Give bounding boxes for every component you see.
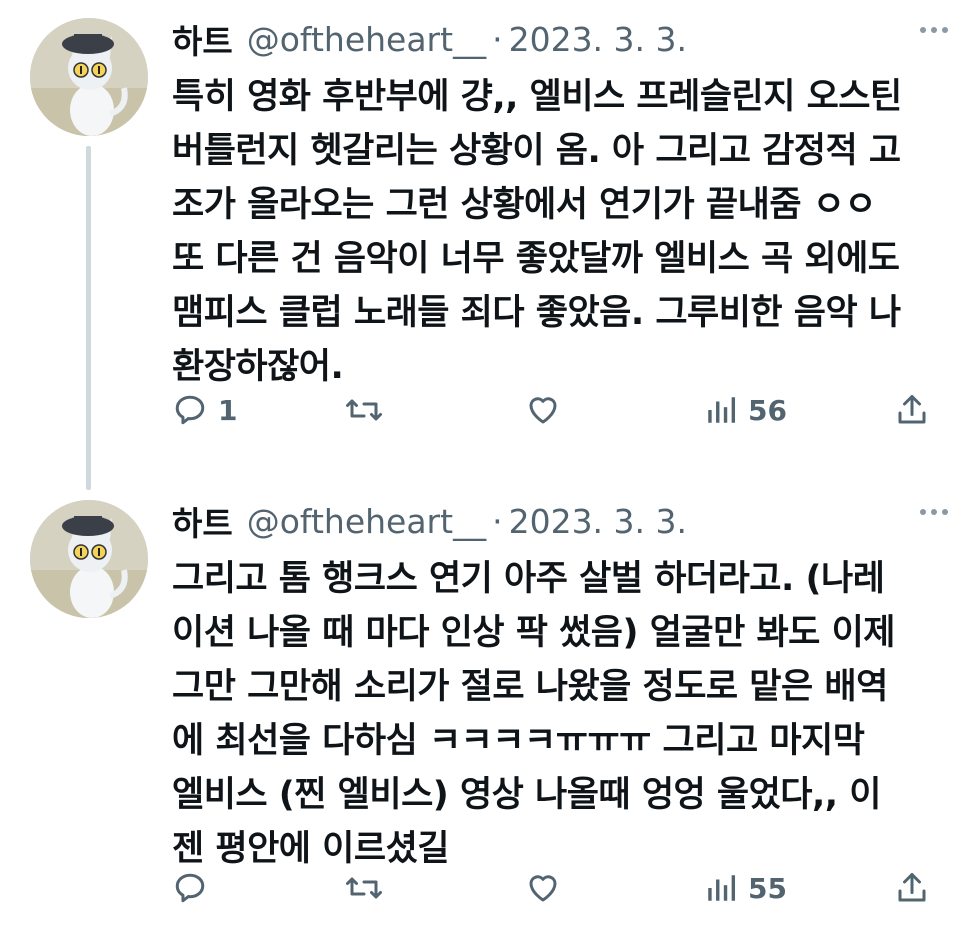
tweet-actions: 55 bbox=[172, 866, 942, 910]
avatar[interactable] bbox=[30, 18, 148, 136]
tweet-text: 특히 영화 후반부에 걍,, 엘비스 프레슬린지 오스틴 버틀런지 헷갈리는 상… bbox=[172, 77, 902, 387]
author-handle[interactable]: @oftheheart__ bbox=[247, 502, 486, 541]
reply-icon bbox=[175, 873, 205, 903]
analytics-icon bbox=[708, 397, 736, 423]
tweet-actions: 1 56 bbox=[172, 388, 942, 432]
like-button[interactable] bbox=[524, 870, 572, 906]
tweet-text: 그리고 톰 행크스 연기 아주 살벌 하더라고. (나레 이션 나올 때 마다 … bbox=[172, 559, 895, 869]
cat-avatar-icon bbox=[30, 500, 148, 618]
share-icon bbox=[898, 395, 926, 424]
author-name[interactable]: 하트 bbox=[172, 497, 233, 545]
avatar-column bbox=[30, 18, 148, 136]
reply-icon bbox=[175, 395, 205, 425]
retweet-button[interactable] bbox=[344, 392, 394, 428]
avatar[interactable] bbox=[30, 500, 148, 618]
reply-button[interactable]: 1 bbox=[172, 392, 237, 428]
thread-connector-line bbox=[86, 480, 91, 490]
separator-dot: · bbox=[492, 19, 503, 59]
retweet-icon bbox=[346, 877, 382, 899]
tweet-content: 하트 @oftheheart__ · 2023. 3. 3. 특히 영화 후반부… bbox=[172, 10, 942, 394]
reply-count: 1 bbox=[218, 393, 238, 427]
tweet[interactable]: 하트 @oftheheart__ · 2023. 3. 3. 특히 영화 후반부… bbox=[0, 0, 966, 486]
thread-connector-line bbox=[86, 146, 91, 486]
avatar-column bbox=[30, 500, 148, 618]
tweet-date[interactable]: 2023. 3. 3. bbox=[509, 20, 687, 59]
cat-avatar-icon bbox=[30, 18, 148, 136]
view-count: 55 bbox=[748, 871, 787, 905]
tweet[interactable]: 하트 @oftheheart__ · 2023. 3. 3. 그리고 톰 행크스… bbox=[0, 480, 966, 935]
heart-icon bbox=[529, 875, 557, 902]
separator-dot: · bbox=[492, 501, 503, 541]
author-handle[interactable]: @oftheheart__ bbox=[247, 20, 486, 59]
more-horizontal-icon[interactable] bbox=[920, 18, 954, 38]
views-button[interactable]: 56 bbox=[704, 393, 787, 427]
retweet-button[interactable] bbox=[344, 870, 394, 906]
author-name[interactable]: 하트 bbox=[172, 15, 233, 63]
tweet-thread: 하트 @oftheheart__ · 2023. 3. 3. 특히 영화 후반부… bbox=[0, 0, 966, 935]
more-horizontal-icon[interactable] bbox=[920, 500, 954, 520]
tweet-content: 하트 @oftheheart__ · 2023. 3. 3. 그리고 톰 행크스… bbox=[172, 492, 942, 876]
share-button[interactable] bbox=[894, 870, 930, 906]
share-button[interactable] bbox=[894, 392, 930, 428]
tweet-header: 하트 @oftheheart__ · 2023. 3. 3. bbox=[172, 10, 942, 68]
reply-button[interactable] bbox=[172, 870, 218, 906]
tweet-header: 하트 @oftheheart__ · 2023. 3. 3. bbox=[172, 492, 942, 550]
share-icon bbox=[898, 873, 926, 902]
views-button[interactable]: 55 bbox=[704, 871, 787, 905]
heart-icon bbox=[529, 397, 557, 424]
retweet-icon bbox=[346, 399, 382, 421]
like-button[interactable] bbox=[524, 392, 572, 428]
view-count: 56 bbox=[748, 393, 787, 427]
tweet-date[interactable]: 2023. 3. 3. bbox=[509, 502, 687, 541]
analytics-icon bbox=[708, 875, 736, 901]
